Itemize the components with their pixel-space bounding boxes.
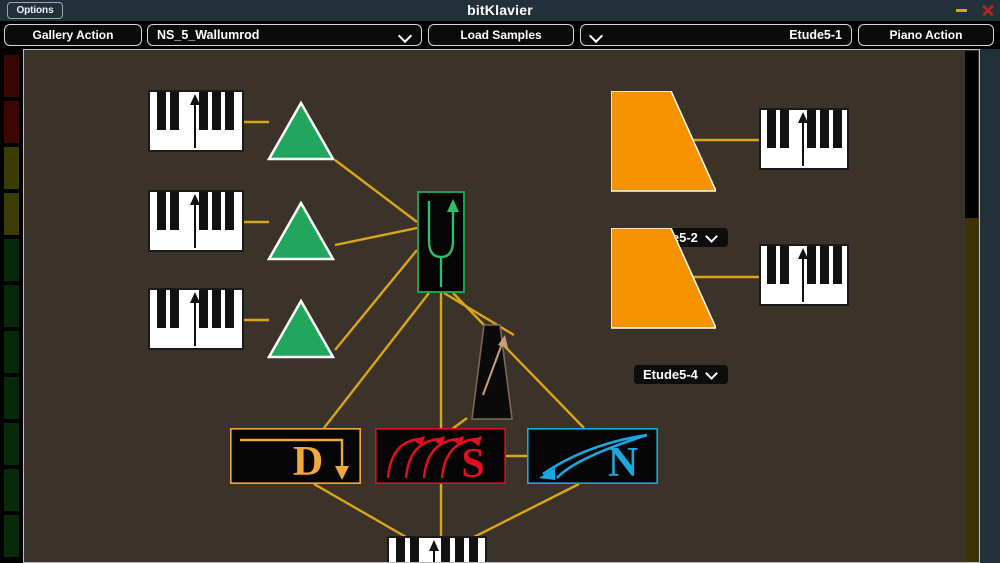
piano-map-label-text-2: Etude5-4 [643, 367, 698, 382]
piano-action-label: Piano Action [889, 28, 963, 42]
piano-color-cell-11[interactable] [4, 515, 19, 557]
triangle-icon [267, 298, 335, 359]
tempo-node[interactable] [465, 323, 517, 421]
keymap-node-3[interactable] [148, 288, 244, 350]
gallery-action-label: Gallery Action [32, 28, 114, 42]
keyboard-icon [150, 92, 242, 150]
piano-color-cell-6[interactable] [4, 285, 19, 327]
trapezoid-icon [611, 228, 716, 329]
piano-color-cell-2[interactable] [4, 101, 19, 143]
tuning-fork-icon [427, 199, 459, 287]
window-controls [956, 0, 994, 21]
keyboard-icon [150, 290, 242, 348]
piano-color-cell-8[interactable] [4, 377, 19, 419]
keyboard-icon [761, 246, 847, 304]
load-samples-label: Load Samples [460, 28, 542, 42]
load-samples-button[interactable]: Load Samples [428, 24, 574, 46]
close-icon[interactable] [981, 4, 994, 17]
app-title: bitKlavier [467, 2, 533, 18]
keymap-node-2[interactable] [148, 190, 244, 252]
gallery-combobox-value: NS_5_Wallumrod [157, 28, 260, 42]
svg-text:S: S [461, 441, 484, 484]
canvas-scrollbar-track[interactable] [965, 51, 978, 562]
keymap-node-5[interactable] [759, 244, 849, 306]
chevron-down-icon[interactable] [707, 368, 720, 381]
piano-color-cell-9[interactable] [4, 423, 19, 465]
piano-map-node-1[interactable] [611, 91, 716, 195]
piano-color-cell-3[interactable] [4, 147, 19, 189]
synchronic-glyph-icon: S [375, 428, 506, 484]
piano-color-cell-10[interactable] [4, 469, 19, 511]
piano-map-label-2[interactable]: Etude5-4 [634, 365, 728, 384]
keymap-node-4[interactable] [759, 108, 849, 170]
piano-color-cell-5[interactable] [4, 239, 19, 281]
piano-combobox-value: Etude5-1 [789, 28, 842, 42]
synchronic-node[interactable]: S [375, 428, 506, 484]
graph-canvas-inner: Etude5-2 Etude5-4 [24, 50, 979, 562]
gallery-combobox[interactable]: NS_5_Wallumrod [147, 24, 422, 46]
keymap-node-1[interactable] [148, 90, 244, 152]
graph-canvas[interactable]: Etude5-2 Etude5-4 [23, 49, 980, 563]
piano-color-cell-4[interactable] [4, 193, 19, 235]
piano-action-button[interactable]: Piano Action [858, 24, 994, 46]
tuning-node[interactable] [417, 191, 465, 293]
nostalgic-glyph-icon: N [527, 428, 658, 484]
metronome-icon [471, 324, 513, 420]
nostalgic-node[interactable]: N [527, 428, 658, 484]
canvas-scrollbar-thumb[interactable] [965, 218, 978, 562]
chevron-down-icon [399, 29, 412, 42]
svg-text:D: D [293, 439, 323, 484]
piano-combobox[interactable]: Etude5-1 [580, 24, 852, 46]
piano-color-cell-7[interactable] [4, 331, 19, 373]
trapezoid-icon [611, 91, 716, 192]
triangle-icon [267, 200, 335, 261]
keyboard-icon [761, 110, 847, 168]
piano-color-strip [0, 49, 23, 563]
piano-color-cell-1[interactable] [4, 55, 19, 97]
keymap-node-6[interactable] [387, 536, 487, 562]
triangle-icon [267, 100, 335, 161]
direct-glyph-icon: D [230, 428, 361, 484]
direct-node-1[interactable] [267, 100, 335, 162]
keyboard-icon [150, 192, 242, 250]
chevron-down-icon [590, 29, 603, 42]
title-bar: Options bitKlavier [0, 0, 1000, 21]
gallery-action-button[interactable]: Gallery Action [4, 24, 142, 46]
minimize-icon[interactable] [956, 9, 967, 12]
main-toolbar: Gallery Action NS_5_Wallumrod Load Sampl… [0, 21, 1000, 49]
direct-box-node[interactable]: D [230, 428, 361, 484]
piano-map-node-2[interactable] [611, 228, 716, 332]
svg-text:N: N [608, 440, 638, 484]
app-window: Options bitKlavier Gallery Action NS_5_W… [0, 0, 1000, 563]
keyboard-icon [389, 538, 485, 562]
direct-node-3[interactable] [267, 298, 335, 360]
direct-node-2[interactable] [267, 200, 335, 262]
